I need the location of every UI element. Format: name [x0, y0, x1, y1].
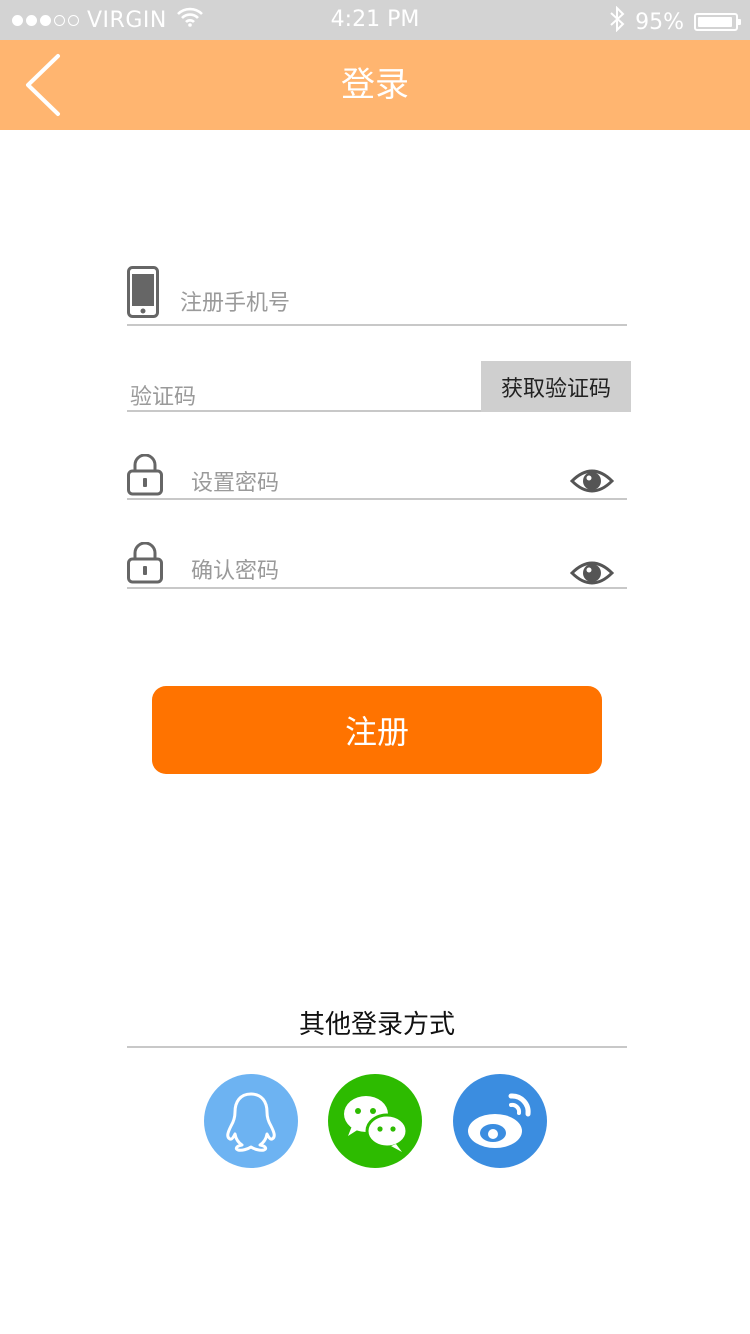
weibo-login-button[interactable] [453, 1074, 547, 1168]
phone-icon [127, 266, 159, 322]
battery-icon [694, 13, 741, 31]
password-input[interactable] [191, 468, 551, 498]
divider [127, 1046, 627, 1048]
eye-icon[interactable] [569, 559, 615, 591]
page-title: 登录 [341, 65, 409, 105]
get-code-button[interactable]: 获取验证码 [481, 361, 631, 412]
lock-icon [127, 541, 163, 588]
nav-bar: 登录 [0, 40, 750, 130]
status-bar: VIRGIN 4:21 PM 95% [0, 0, 750, 40]
lock-icon [127, 453, 163, 500]
code-input[interactable] [130, 382, 470, 412]
status-right: 95% [609, 5, 741, 38]
register-button[interactable]: 注册 [152, 686, 602, 774]
qq-login-button[interactable] [204, 1074, 298, 1168]
phone-input[interactable] [180, 288, 610, 318]
other-login-title: 其他登录方式 [298, 1010, 455, 1040]
code-field-row [127, 362, 481, 412]
password-field-row [127, 450, 627, 500]
eye-icon[interactable] [569, 467, 615, 499]
confirm-password-field-row [127, 538, 627, 589]
phone-field-row [127, 266, 627, 326]
bluetooth-icon [609, 5, 625, 38]
wechat-login-button[interactable] [328, 1074, 422, 1168]
confirm-password-input[interactable] [191, 556, 551, 586]
battery-percent: 95% [635, 9, 684, 35]
